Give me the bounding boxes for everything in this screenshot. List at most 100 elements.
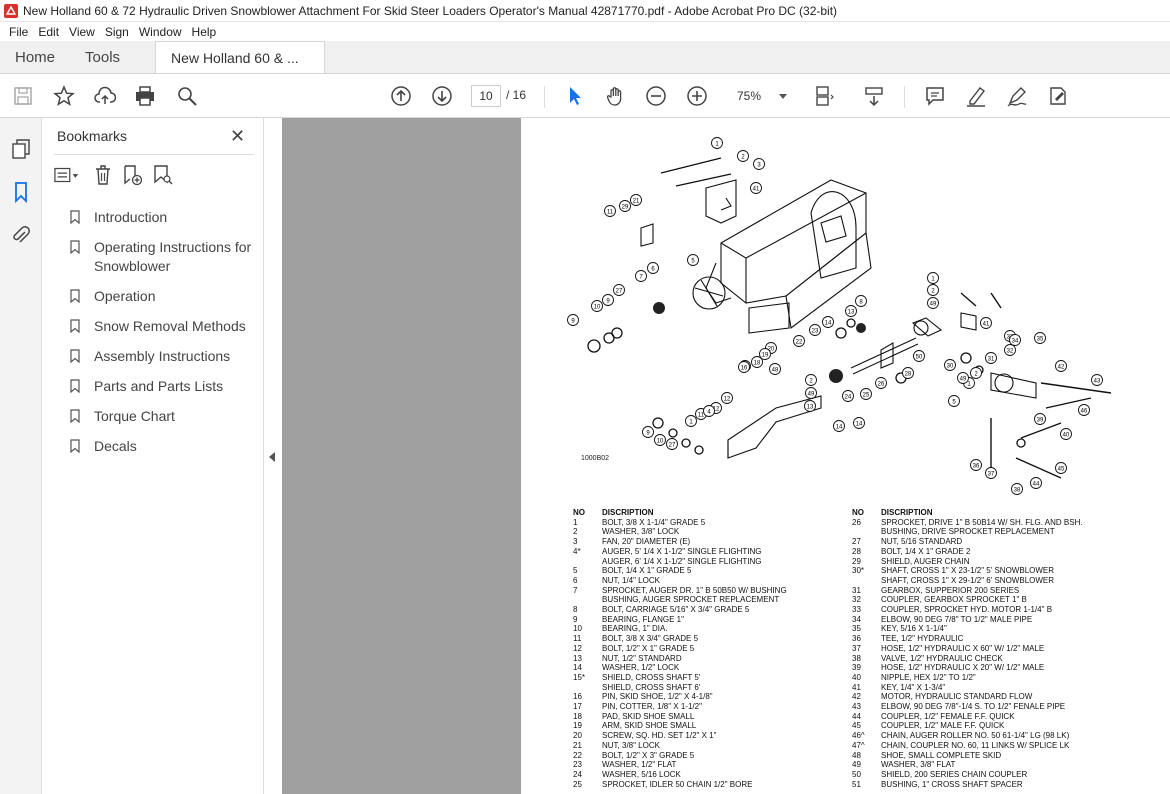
part-number: 24 (573, 769, 582, 779)
save-icon[interactable] (11, 84, 35, 108)
star-icon[interactable] (52, 84, 76, 108)
callout-number: 50 (916, 354, 923, 360)
page-display-icon[interactable] (811, 84, 835, 108)
page-number-input[interactable]: 10 (471, 85, 501, 107)
scroll-mode-icon[interactable] (862, 84, 886, 108)
header-description: DISCRIPTION (881, 508, 933, 517)
bookmark-snow-removal-methods[interactable]: Snow Removal Methods (70, 317, 260, 336)
callout-number: 22 (796, 339, 803, 345)
bookmark-parts-lists[interactable]: Parts and Parts Lists (70, 377, 260, 396)
parts-row: 35 KEY, 5/16 X 1-1/4" (852, 624, 1083, 634)
part-callout: 41 (750, 182, 762, 194)
header-no: NO (573, 508, 585, 517)
tab-tools[interactable]: Tools (70, 41, 135, 73)
menu-sign[interactable]: Sign (100, 25, 134, 39)
part-callout: 25 (860, 388, 872, 400)
callout-number: 30 (947, 363, 954, 369)
part-description: CHAIN, AUGER ROLLER NO. 50 61-1/4" LG (9… (881, 731, 1070, 741)
parts-row: 13 NUT, 1/2" STANDARD (573, 654, 787, 664)
part-callout: 38 (1011, 483, 1023, 495)
menu-edit[interactable]: Edit (33, 25, 64, 39)
search-icon[interactable] (175, 84, 199, 108)
part-callout: 49 (957, 372, 969, 384)
previous-page-icon[interactable] (389, 84, 413, 108)
comment-icon[interactable] (923, 84, 947, 108)
bookmark-panel-icon[interactable] (10, 181, 32, 203)
parts-row: 19 ARM, SKID SHOE SMALL (573, 721, 787, 731)
bookmark-options-icon[interactable] (54, 163, 80, 187)
print-icon[interactable] (133, 84, 157, 108)
part-description: BOLT, 3/8 X 1-1/4" GRADE 5 (602, 517, 706, 527)
tab-document[interactable]: New Holland 60 & ... (155, 41, 325, 73)
parts-row: 7 SPROCKET, AUGER DR. 1" B 50B50 W/ BUSHI… (573, 586, 787, 596)
part-callout: 9 (602, 294, 614, 306)
new-bookmark-icon[interactable] (120, 163, 146, 187)
part-number: 17 (573, 702, 582, 712)
part-number: 10 (573, 624, 582, 634)
part-description: BEARING, FLANGE 1" (602, 614, 684, 624)
parts-row: 8 BOLT, CARRIAGE 5/16" X 3/4" GRADE 5 (573, 605, 787, 615)
part-callout: 48 (769, 363, 781, 375)
bookmarks-title: Bookmarks (57, 128, 128, 144)
callout-number: 43 (1094, 378, 1101, 384)
part-callout: 26 (875, 377, 887, 389)
divider (54, 154, 254, 155)
parts-row: 15* SHIELD, CROSS SHAFT 5' (573, 673, 787, 683)
menu-view[interactable]: View (64, 25, 100, 39)
chevron-down-icon (779, 93, 787, 99)
cloud-upload-icon[interactable] (93, 84, 117, 108)
part-number: 27 (852, 537, 861, 547)
parts-row: 47^ CHAIN, COUPLER NO. 60, 11 LINKS W/ SP… (852, 741, 1083, 751)
close-icon[interactable]: ✕ (230, 126, 245, 147)
select-cursor-icon[interactable] (563, 84, 587, 108)
menu-file[interactable]: File (4, 25, 33, 39)
attachment-icon[interactable] (10, 224, 32, 246)
callout-number: 49 (930, 301, 937, 307)
collapse-arrow-icon[interactable] (269, 452, 275, 462)
bookmark-operation[interactable]: Operation (70, 287, 260, 306)
part-callout: 5 (687, 254, 699, 266)
sign-icon[interactable] (1005, 84, 1029, 108)
parts-row: SHIELD, CROSS SHAFT 6' (573, 683, 787, 693)
part-number: 48 (852, 750, 861, 760)
part-callout: 14 (833, 420, 845, 432)
part-callout: 23 (809, 324, 821, 336)
fill-sign-icon[interactable] (1046, 84, 1070, 108)
left-navigation-rail (0, 118, 42, 794)
part-number: 8 (573, 605, 578, 615)
zoom-out-icon[interactable] (644, 84, 668, 108)
part-number: 33 (852, 605, 861, 615)
page-thumbnails-icon[interactable] (10, 138, 32, 160)
menu-help[interactable]: Help (187, 25, 222, 39)
bookmark-assembly-instructions[interactable]: Assembly Instructions (70, 347, 260, 366)
callout-number: 25 (863, 392, 870, 398)
part-number: 39 (852, 663, 861, 673)
bookmark-introduction[interactable]: Introduction (70, 208, 260, 227)
part-description: SPROCKET, DRIVE 1" B 50B14 W/ SH. FLG. A… (881, 517, 1083, 527)
menu-window[interactable]: Window (134, 25, 187, 39)
tab-home[interactable]: Home (0, 41, 70, 73)
bookmark-decals[interactable]: Decals (70, 437, 260, 456)
parts-row: 45 COUPLER, 1/2" MALE F.F. QUICK (852, 721, 1083, 731)
bookmark-from-selection-icon[interactable] (150, 163, 176, 187)
panel-splitter[interactable] (264, 118, 282, 794)
callout-number: 36 (973, 463, 980, 469)
hand-tool-icon[interactable] (604, 84, 628, 108)
parts-row: 24 WASHER, 5/16 LOCK (573, 770, 787, 780)
part-description: COUPLER, 1/2" FEMALE F.F. QUICK (881, 711, 1015, 721)
bookmark-torque-chart[interactable]: Torque Chart (70, 407, 260, 426)
part-number: 32 (852, 595, 861, 605)
zoom-in-icon[interactable] (685, 84, 709, 108)
document-viewer[interactable]: 1234121291156727910981314232220191817481… (282, 118, 1170, 794)
bookmark-operating-instructions[interactable]: Operating Instructions for Snowblower (70, 238, 260, 276)
highlight-pen-icon[interactable] (964, 84, 988, 108)
zoom-select[interactable]: 75% (725, 86, 793, 106)
callout-number: 21 (633, 198, 640, 204)
next-page-icon[interactable] (430, 84, 454, 108)
part-description: HOSE, 1/2" HYDRAULIC X 60" W/ 1/2" MALE (881, 643, 1045, 653)
parts-row: 12 BOLT, 1/2" X 1" GRADE 5 (573, 644, 787, 654)
part-callout: 43 (1091, 374, 1103, 386)
delete-bookmark-icon[interactable] (90, 163, 116, 187)
callout-number: 18 (754, 360, 761, 366)
callout-number: 35 (1037, 336, 1044, 342)
